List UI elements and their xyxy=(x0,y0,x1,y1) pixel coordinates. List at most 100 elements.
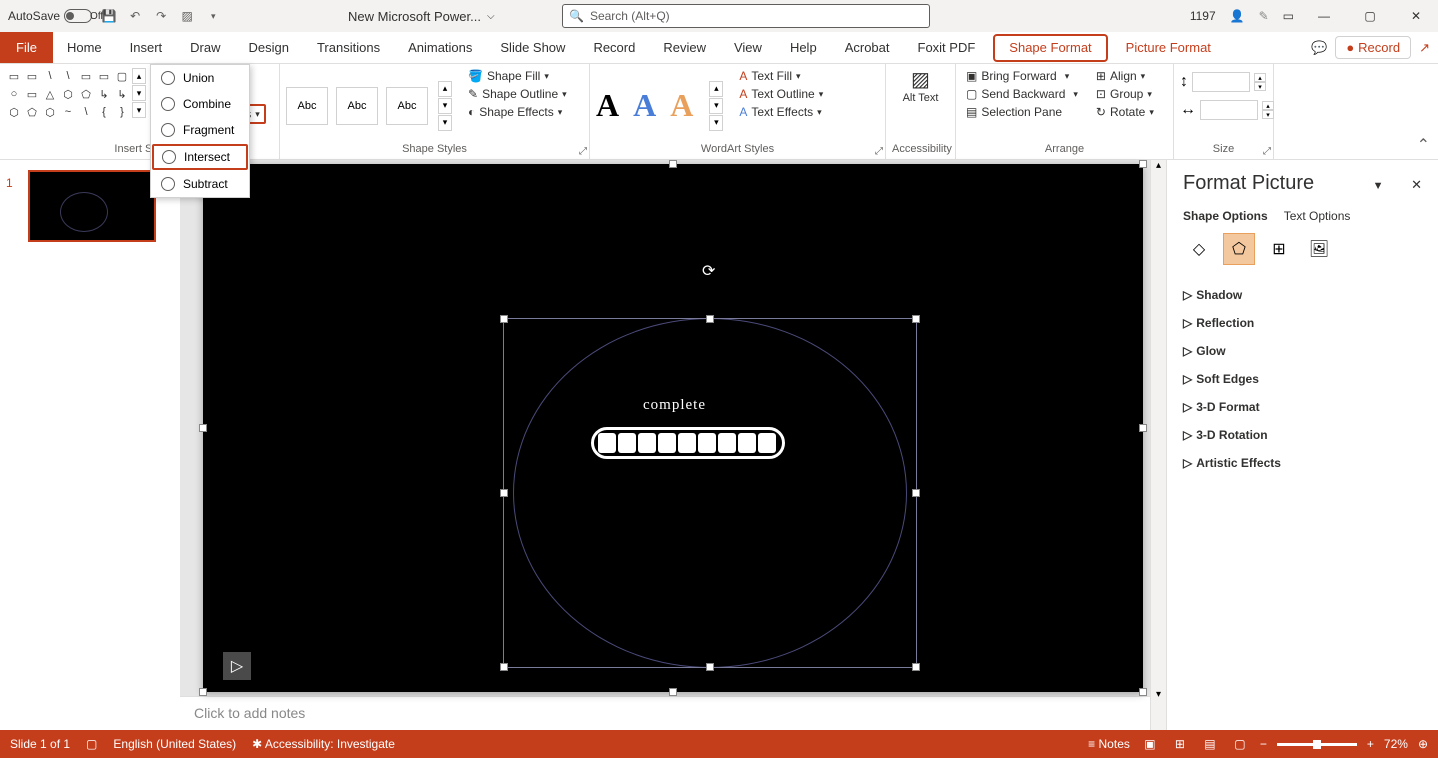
section-reflection[interactable]: ▷Reflection xyxy=(1183,309,1422,337)
sorter-view-icon[interactable]: ⊞ xyxy=(1170,736,1190,752)
wordart-more-button[interactable]: ▾ xyxy=(709,115,723,131)
window-icon[interactable]: ▭ xyxy=(1283,9,1294,23)
pane-tab-text-options[interactable]: Text Options xyxy=(1284,209,1351,223)
tab-review[interactable]: Review xyxy=(649,32,720,63)
height-input[interactable] xyxy=(1192,72,1250,92)
section-artistic-effects[interactable]: ▷Artistic Effects xyxy=(1183,449,1422,477)
shape-styles-launcher[interactable]: ⤢ xyxy=(579,146,587,157)
tab-insert[interactable]: Insert xyxy=(116,32,177,63)
zoom-out-button[interactable]: − xyxy=(1260,737,1267,751)
fit-to-window-icon[interactable]: ⊕ xyxy=(1418,737,1428,751)
selection-handle[interactable] xyxy=(706,663,714,671)
rotate-button[interactable]: ↻Rotate▾ xyxy=(1092,104,1158,120)
from-beginning-icon[interactable]: ▨ xyxy=(179,8,195,24)
zoom-level[interactable]: 72% xyxy=(1384,737,1408,751)
tab-design[interactable]: Design xyxy=(235,32,303,63)
pane-fill-icon[interactable]: ◇ xyxy=(1183,233,1215,265)
text-fill-button[interactable]: AText Fill▾ xyxy=(735,68,827,84)
slide-info[interactable]: Slide 1 of 1 xyxy=(10,737,70,751)
autosave-toggle[interactable]: AutoSave Off xyxy=(8,9,89,23)
shape-effects-button[interactable]: ◐Shape Effects▾ xyxy=(464,104,571,120)
tab-picture-format[interactable]: Picture Format xyxy=(1112,32,1225,63)
redo-icon[interactable]: ↷ xyxy=(153,8,169,24)
gallery-down-button[interactable]: ▾ xyxy=(132,85,146,101)
pencil-icon[interactable]: ✎ xyxy=(1259,9,1269,23)
user-label[interactable]: 1197 xyxy=(1190,9,1216,23)
shape-style-2[interactable]: Abc xyxy=(336,87,378,125)
width-down[interactable]: ▾ xyxy=(1262,110,1274,119)
wordart-style-2[interactable]: A xyxy=(633,87,656,124)
pane-size-icon[interactable]: ⊞ xyxy=(1263,233,1295,265)
selection-handle[interactable] xyxy=(912,489,920,497)
dropdown-union[interactable]: Union xyxy=(151,65,249,91)
selection-handle[interactable] xyxy=(1139,424,1147,432)
wordart-launcher[interactable]: ⤢ xyxy=(875,146,883,157)
shapes-gallery[interactable]: ▭▭\\▭▭▢ ○▭△⬡⬠↳↳ ⬡⬠⬡~\{} xyxy=(6,68,130,143)
selection-handle[interactable] xyxy=(669,160,677,168)
tab-draw[interactable]: Draw xyxy=(176,32,234,63)
selection-handle[interactable] xyxy=(199,424,207,432)
reading-view-icon[interactable]: ▤ xyxy=(1200,736,1220,752)
scroll-down-button[interactable]: ▾ xyxy=(1151,689,1166,700)
pane-picture-icon[interactable]: 🖼 xyxy=(1303,233,1335,265)
section-soft-edges[interactable]: ▷Soft Edges xyxy=(1183,365,1422,393)
dropdown-intersect[interactable]: Intersect xyxy=(152,144,248,170)
height-up[interactable]: ▴ xyxy=(1254,73,1266,82)
pane-close-icon[interactable]: ✕ xyxy=(1411,177,1422,192)
group-button[interactable]: ⊡Group▾ xyxy=(1092,86,1158,102)
shape-style-1[interactable]: Abc xyxy=(286,87,328,125)
pane-tab-shape-options[interactable]: Shape Options xyxy=(1183,209,1268,223)
selection-handle[interactable] xyxy=(199,688,207,696)
gallery-up-button[interactable]: ▴ xyxy=(132,68,146,84)
rotation-handle[interactable]: ⟳ xyxy=(702,261,718,277)
notes-button[interactable]: ≡ Notes xyxy=(1088,737,1130,751)
accessibility-status[interactable]: ✱ Accessibility: Investigate xyxy=(252,737,395,751)
height-down[interactable]: ▾ xyxy=(1254,82,1266,91)
share-icon[interactable]: ↗ xyxy=(1419,40,1430,56)
slideshow-view-icon[interactable]: ▢ xyxy=(1230,736,1250,752)
size-launcher[interactable]: ⤢ xyxy=(1263,146,1271,157)
maximize-button[interactable]: ▢ xyxy=(1354,4,1386,28)
scroll-up-button[interactable]: ▴ xyxy=(1151,160,1166,171)
dropdown-subtract[interactable]: Subtract xyxy=(151,171,249,197)
tab-home[interactable]: Home xyxy=(53,32,116,63)
styles-more-button[interactable]: ▾ xyxy=(438,115,452,131)
save-icon[interactable]: 💾 xyxy=(101,8,117,24)
align-button[interactable]: ⊞Align▾ xyxy=(1092,68,1158,84)
wordart-style-3[interactable]: A xyxy=(670,87,693,124)
slide-thumbnail-1[interactable]: 1 xyxy=(10,170,170,242)
width-up[interactable]: ▴ xyxy=(1262,101,1274,110)
tab-acrobat[interactable]: Acrobat xyxy=(831,32,904,63)
tab-animations[interactable]: Animations xyxy=(394,32,486,63)
tab-transitions[interactable]: Transitions xyxy=(303,32,394,63)
bring-forward-button[interactable]: ▣Bring Forward▾ xyxy=(962,68,1082,84)
tab-shape-format[interactable]: Shape Format xyxy=(993,34,1107,62)
minimize-button[interactable]: — xyxy=(1308,4,1340,28)
shape-fill-button[interactable]: 🪣Shape Fill▾ xyxy=(464,68,571,84)
accessibility-indicator-icon[interactable]: ▢ xyxy=(86,737,97,751)
section-shadow[interactable]: ▷Shadow xyxy=(1183,281,1422,309)
normal-view-icon[interactable]: ▣ xyxy=(1140,736,1160,752)
shape-style-3[interactable]: Abc xyxy=(386,87,428,125)
customize-icon[interactable]: ▾ xyxy=(205,8,221,24)
selection-handle[interactable] xyxy=(1139,688,1147,696)
selection-handle[interactable] xyxy=(669,688,677,696)
tab-foxit[interactable]: Foxit PDF xyxy=(904,32,990,63)
comments-icon[interactable]: 💬 xyxy=(1311,40,1327,56)
notes-input[interactable]: Click to add notes xyxy=(180,696,1166,730)
alt-text-button[interactable]: ▨ Alt Text xyxy=(901,68,941,143)
dropdown-combine[interactable]: Combine xyxy=(151,91,249,117)
language-status[interactable]: English (United States) xyxy=(113,737,236,751)
tab-slideshow[interactable]: Slide Show xyxy=(486,32,579,63)
play-button[interactable]: ▷ xyxy=(223,652,251,680)
gallery-more-button[interactable]: ▾ xyxy=(132,102,146,118)
selection-handle[interactable] xyxy=(500,489,508,497)
selection-handle[interactable] xyxy=(500,315,508,323)
wordart-up-button[interactable]: ▴ xyxy=(709,81,723,97)
section-3d-format[interactable]: ▷3-D Format xyxy=(1183,393,1422,421)
search-input[interactable]: 🔍 Search (Alt+Q) xyxy=(562,4,930,28)
vertical-scrollbar[interactable]: ▴ ▾ xyxy=(1150,160,1166,730)
selection-handle[interactable] xyxy=(912,663,920,671)
send-backward-button[interactable]: ▢Send Backward▾ xyxy=(962,86,1082,102)
width-input[interactable] xyxy=(1200,100,1258,120)
